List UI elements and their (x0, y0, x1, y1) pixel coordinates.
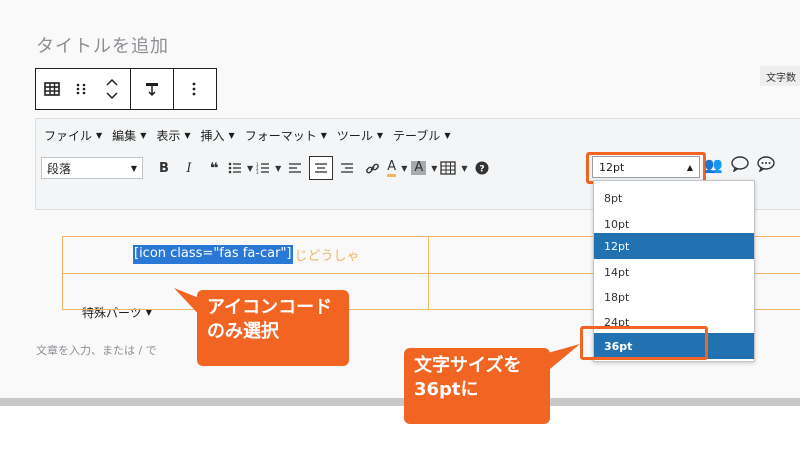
editor-bottom-divider (0, 398, 800, 406)
italic-button[interactable]: I (178, 156, 200, 180)
content-placeholder[interactable]: 文章を入力、または / で (36, 342, 157, 358)
post-title-input[interactable]: タイトルを追加 (36, 32, 169, 58)
menu-table[interactable]: テーブル ▼ (393, 127, 450, 144)
menu-label: ツール (336, 129, 373, 143)
font-size-select[interactable]: 12pt ▲ (592, 156, 700, 178)
font-size-option[interactable]: 18pt (594, 284, 754, 310)
menu-label: フォーマット (244, 129, 317, 143)
align-right-button[interactable] (336, 156, 358, 180)
caret-down-icon: ▼ (228, 131, 235, 140)
table-icon (440, 161, 457, 175)
formatting-toolbar: 段落 ▼ B I ❝ ▼ 123 ▼ A ▼ A ▼ ▼ ? (41, 156, 496, 180)
callout-line: 文字サイズを (414, 355, 522, 376)
caret-down-icon: ▼ (140, 131, 147, 140)
align-center-button[interactable] (309, 156, 334, 180)
furigana-text: じどうしゃ (294, 249, 360, 264)
menu-file[interactable]: ファイル ▼ (44, 127, 102, 144)
caret-down-icon: ▼ (247, 163, 254, 173)
table-column-divider (428, 237, 429, 310)
menu-label: ファイル (44, 129, 93, 143)
menu-insert[interactable]: 挿入 ▼ (201, 127, 235, 144)
block-switcher-group (36, 69, 131, 109)
help-button[interactable]: ? (471, 156, 493, 180)
bullet-list-icon (228, 162, 241, 174)
callout-line: アイコンコード (207, 297, 333, 318)
align-left-button[interactable] (284, 156, 306, 180)
more-vertical-icon[interactable] (174, 69, 214, 109)
block-toolbar (35, 68, 217, 110)
blockquote-button[interactable]: ❝ (203, 156, 225, 180)
menu-label: 表示 (156, 129, 181, 143)
comment-dots-icon[interactable] (756, 156, 775, 176)
background-color-button[interactable]: A ▼ (411, 156, 437, 180)
menu-label: 編集 (112, 129, 137, 143)
align-center-icon (315, 163, 328, 173)
menu-label: テーブル (393, 129, 441, 143)
font-size-option[interactable]: 14pt (594, 259, 754, 285)
callout-line: のみ選択 (207, 321, 279, 343)
drag-handle-icon[interactable] (68, 69, 94, 109)
caret-down-icon: ▼ (444, 131, 451, 140)
menubar: ファイル ▼ 編集 ▼ 表示 ▼ 挿入 ▼ フォーマット ▼ ツール ▼ テーブル ▼ (44, 127, 450, 144)
link-icon (365, 163, 379, 173)
char-count-badge: 文字数 (760, 66, 800, 86)
link-button[interactable] (361, 156, 383, 180)
menu-tools[interactable]: ツール ▼ (337, 127, 383, 144)
menu-view[interactable]: 表示 ▼ (156, 127, 190, 144)
font-size-option[interactable]: 8pt (594, 185, 754, 211)
svg-text:?: ? (479, 165, 484, 175)
user-icon[interactable]: 👥 (704, 156, 723, 176)
numbered-list-button[interactable]: 123 ▼ (256, 156, 281, 180)
target-option-highlight-box (580, 326, 708, 360)
text-color-icon: A (387, 159, 397, 177)
caret-down-icon: ▼ (320, 131, 327, 140)
caret-down-icon: ▼ (431, 163, 438, 173)
instruction-callout-right: 文字サイズを 36ptに (404, 348, 550, 424)
text-color-button[interactable]: A ▼ (386, 156, 408, 180)
table-block-icon[interactable] (36, 69, 68, 109)
callout-line: 36ptに (414, 379, 479, 401)
align-left-icon (289, 163, 302, 173)
font-size-option-selected[interactable]: 12pt (594, 233, 754, 259)
menu-label: 挿入 (200, 129, 225, 143)
block-align-group (131, 69, 174, 109)
caret-down-icon: ▼ (275, 163, 282, 173)
caret-down-icon: ▼ (184, 131, 191, 140)
font-size-value: 12pt (599, 160, 625, 174)
caret-down-icon: ▼ (130, 163, 137, 173)
instruction-callout-left: アイコンコード のみ選択 (197, 290, 349, 366)
align-icon[interactable] (131, 69, 173, 109)
svg-text:3: 3 (256, 170, 259, 174)
extra-toolbar-icons: 👥 (704, 156, 775, 176)
format-select-value: 段落 (47, 161, 72, 176)
caret-down-icon: ▼ (401, 163, 408, 173)
numbered-list-icon: 123 (256, 162, 270, 174)
caret-up-icon: ▲ (686, 162, 693, 172)
menu-edit[interactable]: 編集 ▼ (112, 127, 146, 144)
caret-down-icon: ▼ (461, 163, 468, 173)
align-right-icon (341, 163, 354, 173)
block-more-group (174, 69, 214, 109)
caret-down-icon: ▼ (96, 131, 103, 140)
comment-icon[interactable] (730, 156, 749, 176)
table-cell-content[interactable]: [icon class="fas fa-car"] じどうしゃ (133, 245, 360, 264)
background-color-icon: A (411, 161, 427, 175)
menu-format[interactable]: フォーマット ▼ (245, 127, 327, 144)
selected-icon-shortcode[interactable]: [icon class="fas fa-car"] (133, 245, 293, 264)
format-select[interactable]: 段落 ▼ (41, 157, 143, 179)
caret-down-icon: ▼ (376, 131, 384, 140)
table-button[interactable]: ▼ (440, 156, 468, 180)
help-icon: ? (475, 161, 489, 175)
bullet-list-button[interactable]: ▼ (228, 156, 253, 180)
move-updown-icon[interactable] (94, 69, 130, 109)
bold-button[interactable]: B (153, 156, 175, 180)
